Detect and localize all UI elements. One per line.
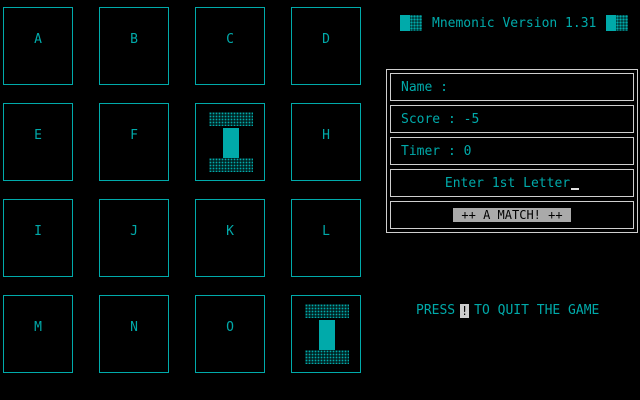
match-badge: ++ A MATCH! ++ (453, 208, 571, 222)
card-letter: H (322, 128, 330, 143)
card-f[interactable]: F (99, 103, 169, 181)
card-d[interactable]: D (291, 7, 361, 85)
card-letter: J (130, 224, 138, 239)
card-b[interactable]: B (99, 7, 169, 85)
name-row: Name : (390, 73, 634, 101)
card-o[interactable]: O (195, 295, 265, 373)
card-j[interactable]: J (99, 199, 169, 277)
app-title: Mnemonic Version 1.31 (432, 15, 597, 31)
status-panel: Name : Score : -5 Timer : 0 Enter 1st Le… (386, 69, 638, 233)
card-l[interactable]: L (291, 199, 361, 277)
card-letter: N (130, 320, 138, 335)
quit-rest-text: TO QUIT THE GAME (474, 303, 600, 318)
i-beam-stem-icon (319, 320, 335, 350)
card-letter: M (34, 320, 42, 335)
card-revealed[interactable] (291, 295, 361, 373)
card-letter: C (226, 32, 234, 47)
card-letter: A (34, 32, 42, 47)
card-letter: B (130, 32, 138, 47)
card-k[interactable]: K (195, 199, 265, 277)
card-letter: L (322, 224, 330, 239)
card-n[interactable]: N (99, 295, 169, 373)
text-cursor (571, 176, 580, 190)
timer-label: Timer : 0 (401, 143, 472, 159)
shade-block-right-icon (606, 15, 629, 31)
title-bar: Mnemonic Version 1.31 (400, 14, 629, 32)
card-letter: D (322, 32, 330, 47)
card-i[interactable]: I (3, 199, 73, 277)
card-c[interactable]: C (195, 7, 265, 85)
card-revealed[interactable] (195, 103, 265, 181)
card-letter: E (34, 128, 42, 143)
i-beam-cap-bottom-icon (209, 158, 253, 172)
card-letter: O (226, 320, 234, 335)
timer-row: Timer : 0 (390, 137, 634, 165)
i-beam-cap-bottom-icon (305, 350, 349, 364)
quit-press-text: PRESS (416, 303, 456, 318)
quit-key[interactable]: ! (460, 303, 470, 318)
score-row: Score : -5 (390, 105, 634, 133)
i-beam-cap-top-icon (209, 112, 253, 126)
card-h[interactable]: H (291, 103, 361, 181)
card-letter: I (34, 224, 42, 239)
i-beam-cap-top-icon (305, 304, 349, 318)
card-e[interactable]: E (3, 103, 73, 181)
card-letter: K (226, 224, 234, 239)
card-letter: F (130, 128, 138, 143)
name-label: Name : (401, 79, 448, 95)
prompt-label: Enter 1st Letter (444, 175, 571, 191)
card-m[interactable]: M (3, 295, 73, 373)
match-row: ++ A MATCH! ++ (390, 201, 634, 229)
i-beam-stem-icon (223, 128, 239, 158)
prompt-row[interactable]: Enter 1st Letter (390, 169, 634, 197)
quit-instruction: PRESS! TO QUIT THE GAME (416, 303, 599, 318)
shade-block-left-icon (400, 15, 422, 31)
score-label: Score : -5 (401, 111, 480, 127)
card-a[interactable]: A (3, 7, 73, 85)
